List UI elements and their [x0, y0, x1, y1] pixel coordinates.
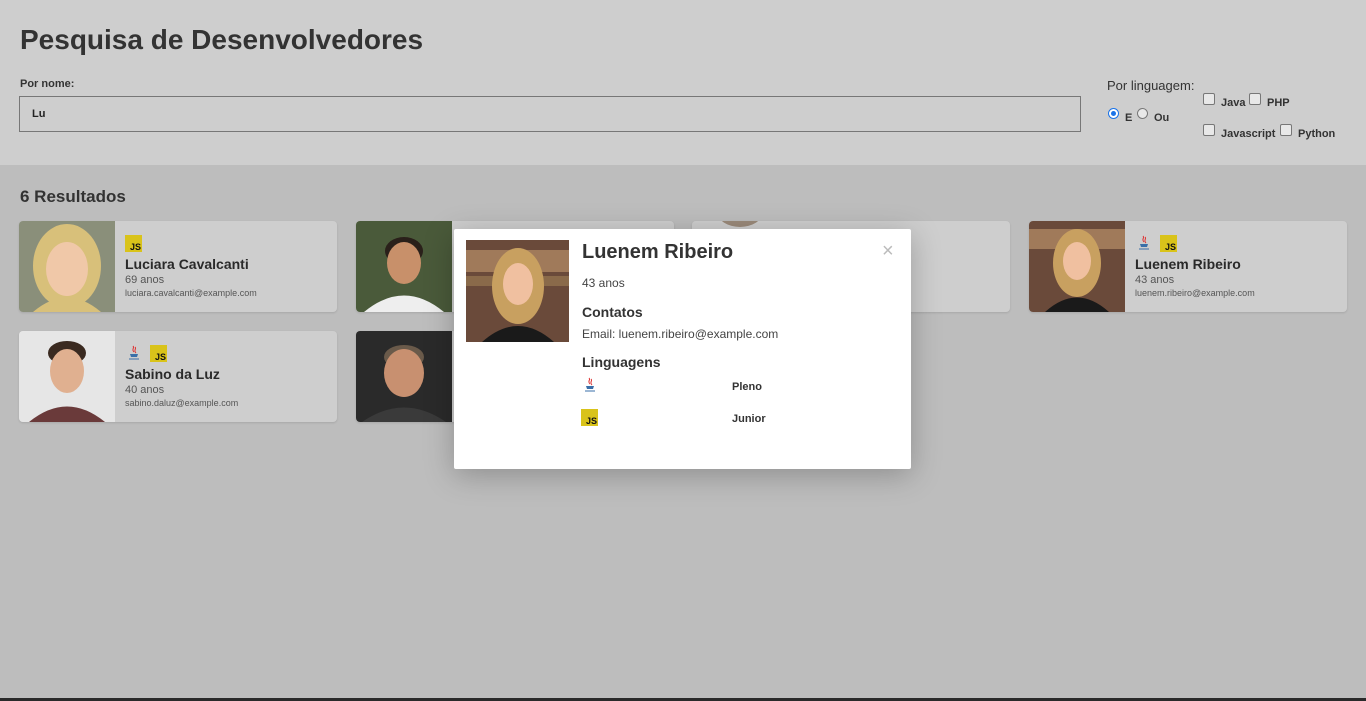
java-level: Pleno — [732, 381, 762, 393]
contacts-heading: Contatos — [582, 304, 643, 320]
javascript-icon: JS — [1160, 235, 1177, 252]
developer-email: luciara.cavalcanti@example.com — [125, 288, 257, 298]
avatar — [356, 221, 452, 312]
mode-and-label: E — [1125, 112, 1133, 124]
java-icon — [128, 345, 140, 360]
mode-or-radio[interactable] — [1137, 108, 1148, 119]
developer-detail-modal: Luenem Ribeiro × 43 anos Contatos Email:… — [454, 229, 911, 469]
mode-and-radio[interactable] — [1108, 108, 1119, 119]
results-count: 6 Resultados — [20, 187, 126, 206]
javascript-level: Junior — [732, 413, 766, 425]
javascript-checkbox[interactable] — [1203, 124, 1215, 136]
language-filter-label: Por linguagem: — [1107, 78, 1195, 93]
developer-age: 40 anos — [125, 384, 165, 396]
java-icon — [584, 377, 596, 392]
javascript-icon: JS — [581, 409, 598, 426]
modal-developer-name: Luenem Ribeiro — [582, 241, 734, 263]
developer-name: Sabino da Luz — [125, 366, 220, 382]
javascript-checkbox-label: Javascript — [1221, 128, 1276, 140]
name-filter-label: Por nome: — [20, 78, 75, 90]
developer-email: luenem.ribeiro@example.com — [1135, 288, 1255, 298]
avatar — [19, 331, 115, 422]
languages-heading: Linguagens — [582, 354, 661, 370]
mode-or-label: Ou — [1154, 112, 1170, 124]
modal-developer-age: 43 anos — [582, 276, 625, 290]
developer-age: 43 anos — [1135, 274, 1175, 286]
php-checkbox-label: PHP — [1267, 97, 1290, 109]
developer-photo — [466, 240, 569, 342]
avatar — [356, 331, 452, 422]
javascript-icon: JS — [125, 235, 142, 252]
php-checkbox[interactable] — [1249, 93, 1261, 105]
developer-card[interactable]: JS Sabino da Luz 40 anos sabino.daluz@ex… — [19, 331, 337, 422]
java-checkbox-label: Java — [1221, 97, 1246, 109]
developer-email: sabino.daluz@example.com — [125, 398, 239, 408]
developer-card[interactable]: JS Luciara Cavalcanti 69 anos luciara.ca… — [19, 221, 337, 312]
javascript-icon: JS — [150, 345, 167, 362]
developer-card[interactable]: JS Luenem Ribeiro 43 anos luenem.ribeiro… — [1029, 221, 1347, 312]
page-title: Pesquisa de Desenvolvedores — [20, 24, 424, 55]
developer-age: 69 anos — [125, 274, 165, 286]
java-icon — [1138, 235, 1150, 250]
python-checkbox-label: Python — [1298, 128, 1336, 140]
avatar — [1029, 221, 1125, 312]
developer-name: Luciara Cavalcanti — [125, 256, 249, 272]
modal-developer-email: Email: luenem.ribeiro@example.com — [582, 327, 779, 341]
python-checkbox[interactable] — [1280, 124, 1292, 136]
developer-name: Luenem Ribeiro — [1135, 256, 1241, 272]
name-search-input[interactable]: Lu — [19, 96, 1081, 132]
close-icon[interactable]: × — [882, 241, 894, 261]
avatar — [19, 221, 115, 312]
java-checkbox[interactable] — [1203, 93, 1215, 105]
search-header: Pesquisa de Desenvolvedores Por nome: Lu… — [0, 0, 1366, 165]
